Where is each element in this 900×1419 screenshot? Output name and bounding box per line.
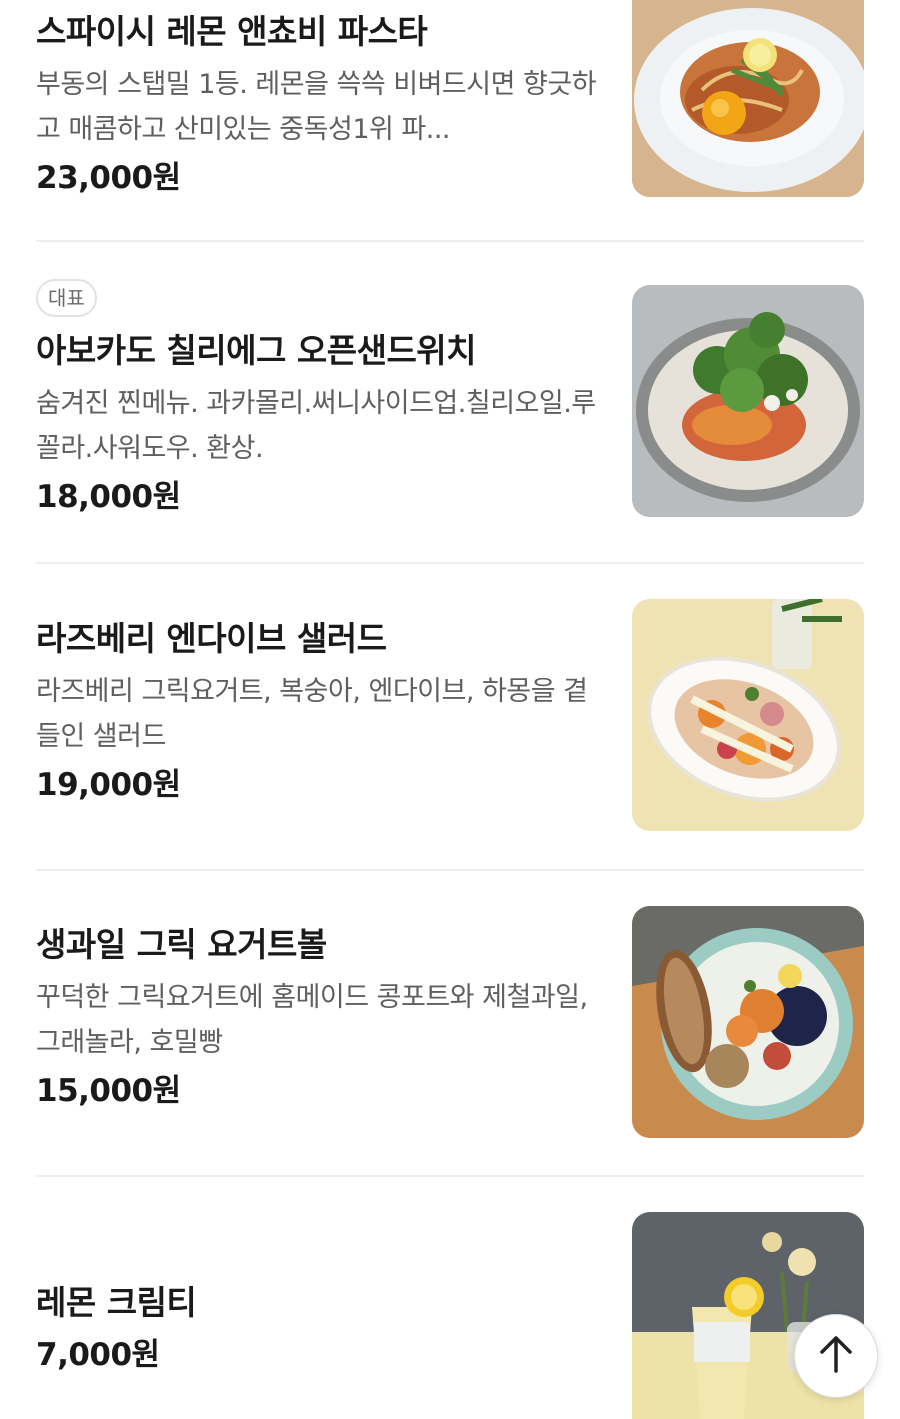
menu-item-description: 부동의 스탭밀 1등. 레몬을 쓱쓱 비벼드시면 향긋하고 매콤하고 산미있는 … xyxy=(36,69,597,145)
menu-item[interactable]: 생과일 그릭 요거트볼 꾸덕한 그릭요거트에 홈메이드 콩포트와 제철과일, 그… xyxy=(36,871,864,1176)
menu-item-image[interactable] xyxy=(632,285,864,517)
menu-item-price: 18,000원 xyxy=(36,479,181,515)
menu-item-price: 23,000원 xyxy=(36,160,181,196)
menu-item-title: 스파이시 레몬 앤쵸비 파스타 xyxy=(36,12,428,51)
menu-item-title: 레몬 크림티 xyxy=(36,1283,197,1322)
menu-item[interactable]: 대표 아보카도 칠리에그 오픈샌드위치 숨겨진 찐메뉴. 과카몰리.써니사이드업… xyxy=(36,242,864,562)
menu-item[interactable]: 레몬 크림티 7,000원 xyxy=(36,1177,864,1419)
signature-badge: 대표 xyxy=(36,279,97,317)
menu-item-title: 라즈베리 엔다이브 샐러드 xyxy=(36,619,387,658)
menu-item-title: 생과일 그릭 요거트볼 xyxy=(36,925,327,964)
menu-item[interactable]: 라즈베리 엔다이브 샐러드 라즈베리 그릭요거트, 복숭아, 엔다이브, 하몽을… xyxy=(36,564,864,870)
menu-item-description: 꾸덕한 그릭요거트에 홈메이드 콩포트와 제철과일, 그래놀라, 호밀빵 xyxy=(36,982,588,1058)
menu-item-description: 숨겨진 찐메뉴. 과카몰리.써니사이드업.칠리오일.루꼴라.사워도우. 환상. xyxy=(36,388,596,464)
menu-item-price: 19,000원 xyxy=(36,767,181,803)
scroll-to-top-button[interactable] xyxy=(794,1314,878,1398)
menu-item-image[interactable] xyxy=(632,906,864,1138)
menu-item-price: 7,000원 xyxy=(36,1337,160,1373)
menu-item-title: 아보카도 칠리에그 오픈샌드위치 xyxy=(36,331,477,370)
menu-item-price: 15,000원 xyxy=(36,1073,181,1109)
menu-item[interactable]: 스파이시 레몬 앤쵸비 파스타 부동의 스탭밀 1등. 레몬을 쓱쓱 비벼드시면… xyxy=(36,0,864,240)
menu-item-description: 라즈베리 그릭요거트, 복숭아, 엔다이브, 하몽을 곁들인 샐러드 xyxy=(36,676,588,752)
menu-item-image[interactable] xyxy=(632,0,864,197)
arrow-up-icon xyxy=(818,1334,854,1378)
menu-item-image[interactable] xyxy=(632,599,864,831)
